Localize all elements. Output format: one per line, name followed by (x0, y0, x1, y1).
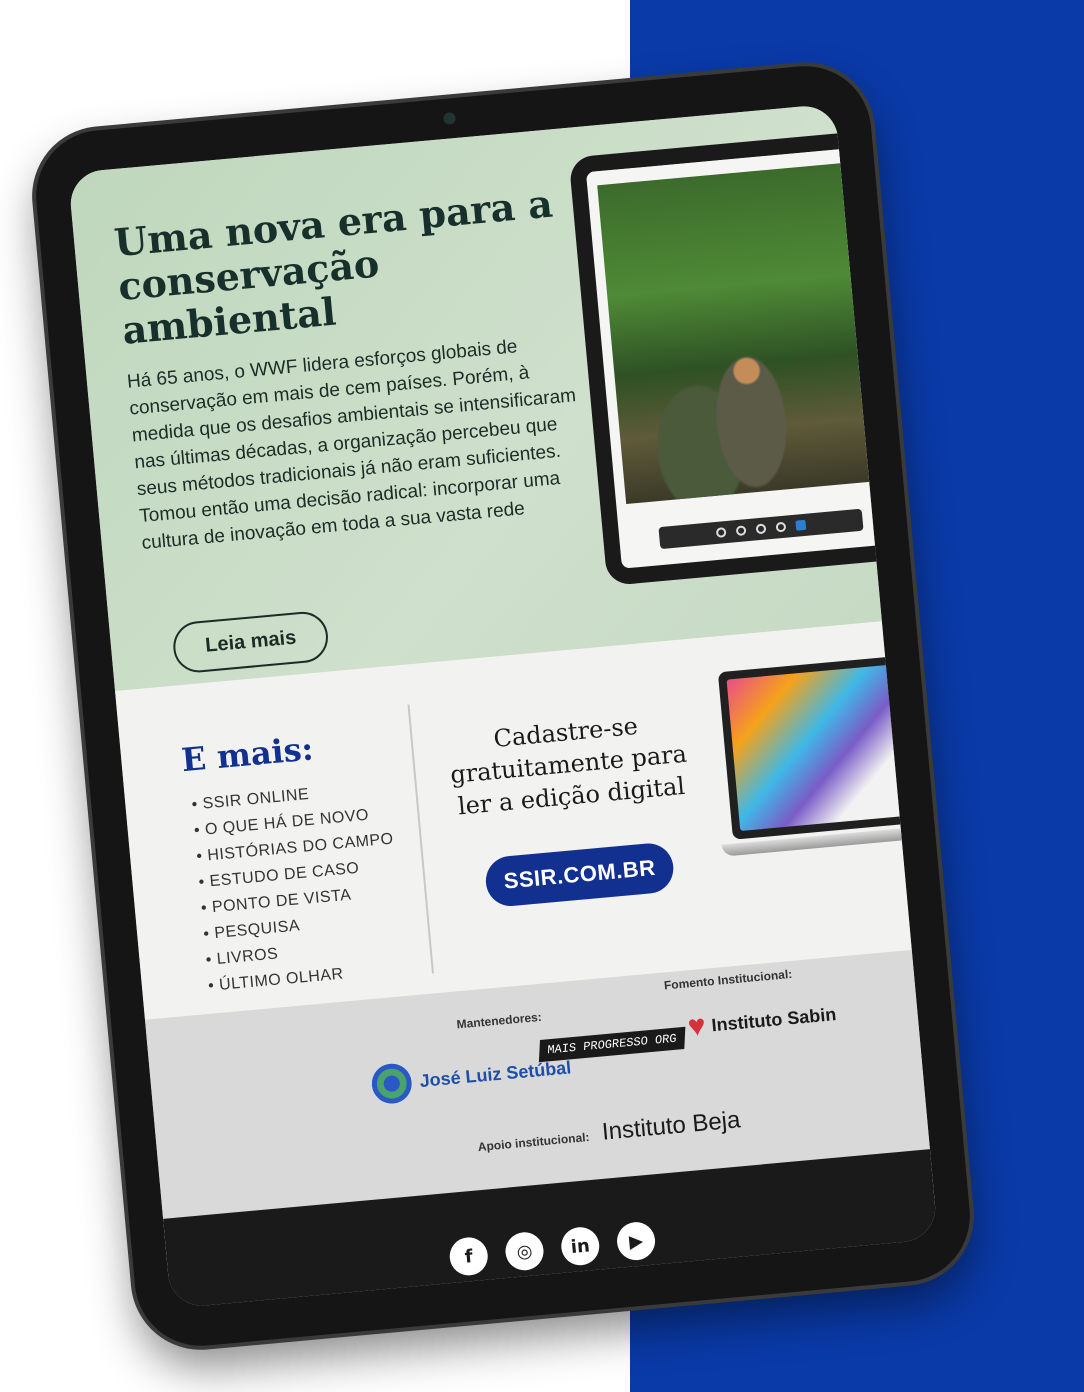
zoom-out-icon (755, 523, 767, 535)
ssir-link-button[interactable]: SSIR.COM.BR (483, 841, 676, 909)
more-title: E mais: (179, 729, 315, 780)
hero-body: Há 65 anos, o WWF lidera esforços globai… (126, 336, 577, 555)
fjls-name: José Luiz Setúbal (418, 1057, 572, 1092)
signup-text: Cadastre-se gratuitamente para ler a edi… (449, 711, 688, 821)
reader-toolbar (658, 508, 864, 550)
fjls-mark-icon (370, 1061, 414, 1106)
fullscreen-icon (795, 519, 807, 531)
fomento-label: Fomento Institucional: (663, 966, 793, 993)
beja-logo: Instituto Beja (600, 1106, 742, 1146)
sabin-name: Instituto Sabin (710, 1004, 838, 1036)
zoom-in-icon (775, 521, 787, 533)
hero-title: Uma nova era para a conservação ambienta… (112, 180, 555, 353)
camera-icon (443, 111, 457, 125)
facebook-icon[interactable]: f (448, 1235, 490, 1278)
youtube-icon[interactable]: ▶ (615, 1220, 657, 1262)
forest-photo (597, 161, 890, 505)
magazine-preview-tablet (568, 129, 923, 587)
more-list: SSIR ONLINE O QUE HÁ DE NOVO HISTÓRIAS D… (191, 775, 407, 1000)
sabin-logo: ♥ Instituto Sabin (686, 1004, 838, 1044)
save-icon (715, 527, 727, 538)
print-icon (735, 525, 747, 537)
section-divider (407, 704, 434, 974)
mantenedores-label: Mantenedores: (456, 1009, 543, 1032)
tablet-screen: Uma nova era para a conservação ambienta… (67, 103, 939, 1309)
instagram-icon[interactable]: ◎ (503, 1230, 546, 1272)
linkedin-icon[interactable]: in (559, 1225, 601, 1267)
hero-section: Uma nova era para a conservação ambienta… (67, 103, 923, 692)
magazine-preview-screen (585, 146, 905, 569)
laptop-screen (717, 652, 939, 840)
mais-progresso-logo: MAIS PROGRESSO ORG (538, 1026, 685, 1063)
apoio-label: Apoio institucional: (477, 1129, 591, 1155)
tablet-device: Uma nova era para a conservação ambienta… (30, 60, 976, 1352)
heart-icon: ♥ (686, 1009, 708, 1044)
magazine-cover-image (726, 661, 939, 832)
laptop-illustration (706, 652, 939, 873)
read-more-button[interactable]: Leia mais (171, 609, 331, 675)
